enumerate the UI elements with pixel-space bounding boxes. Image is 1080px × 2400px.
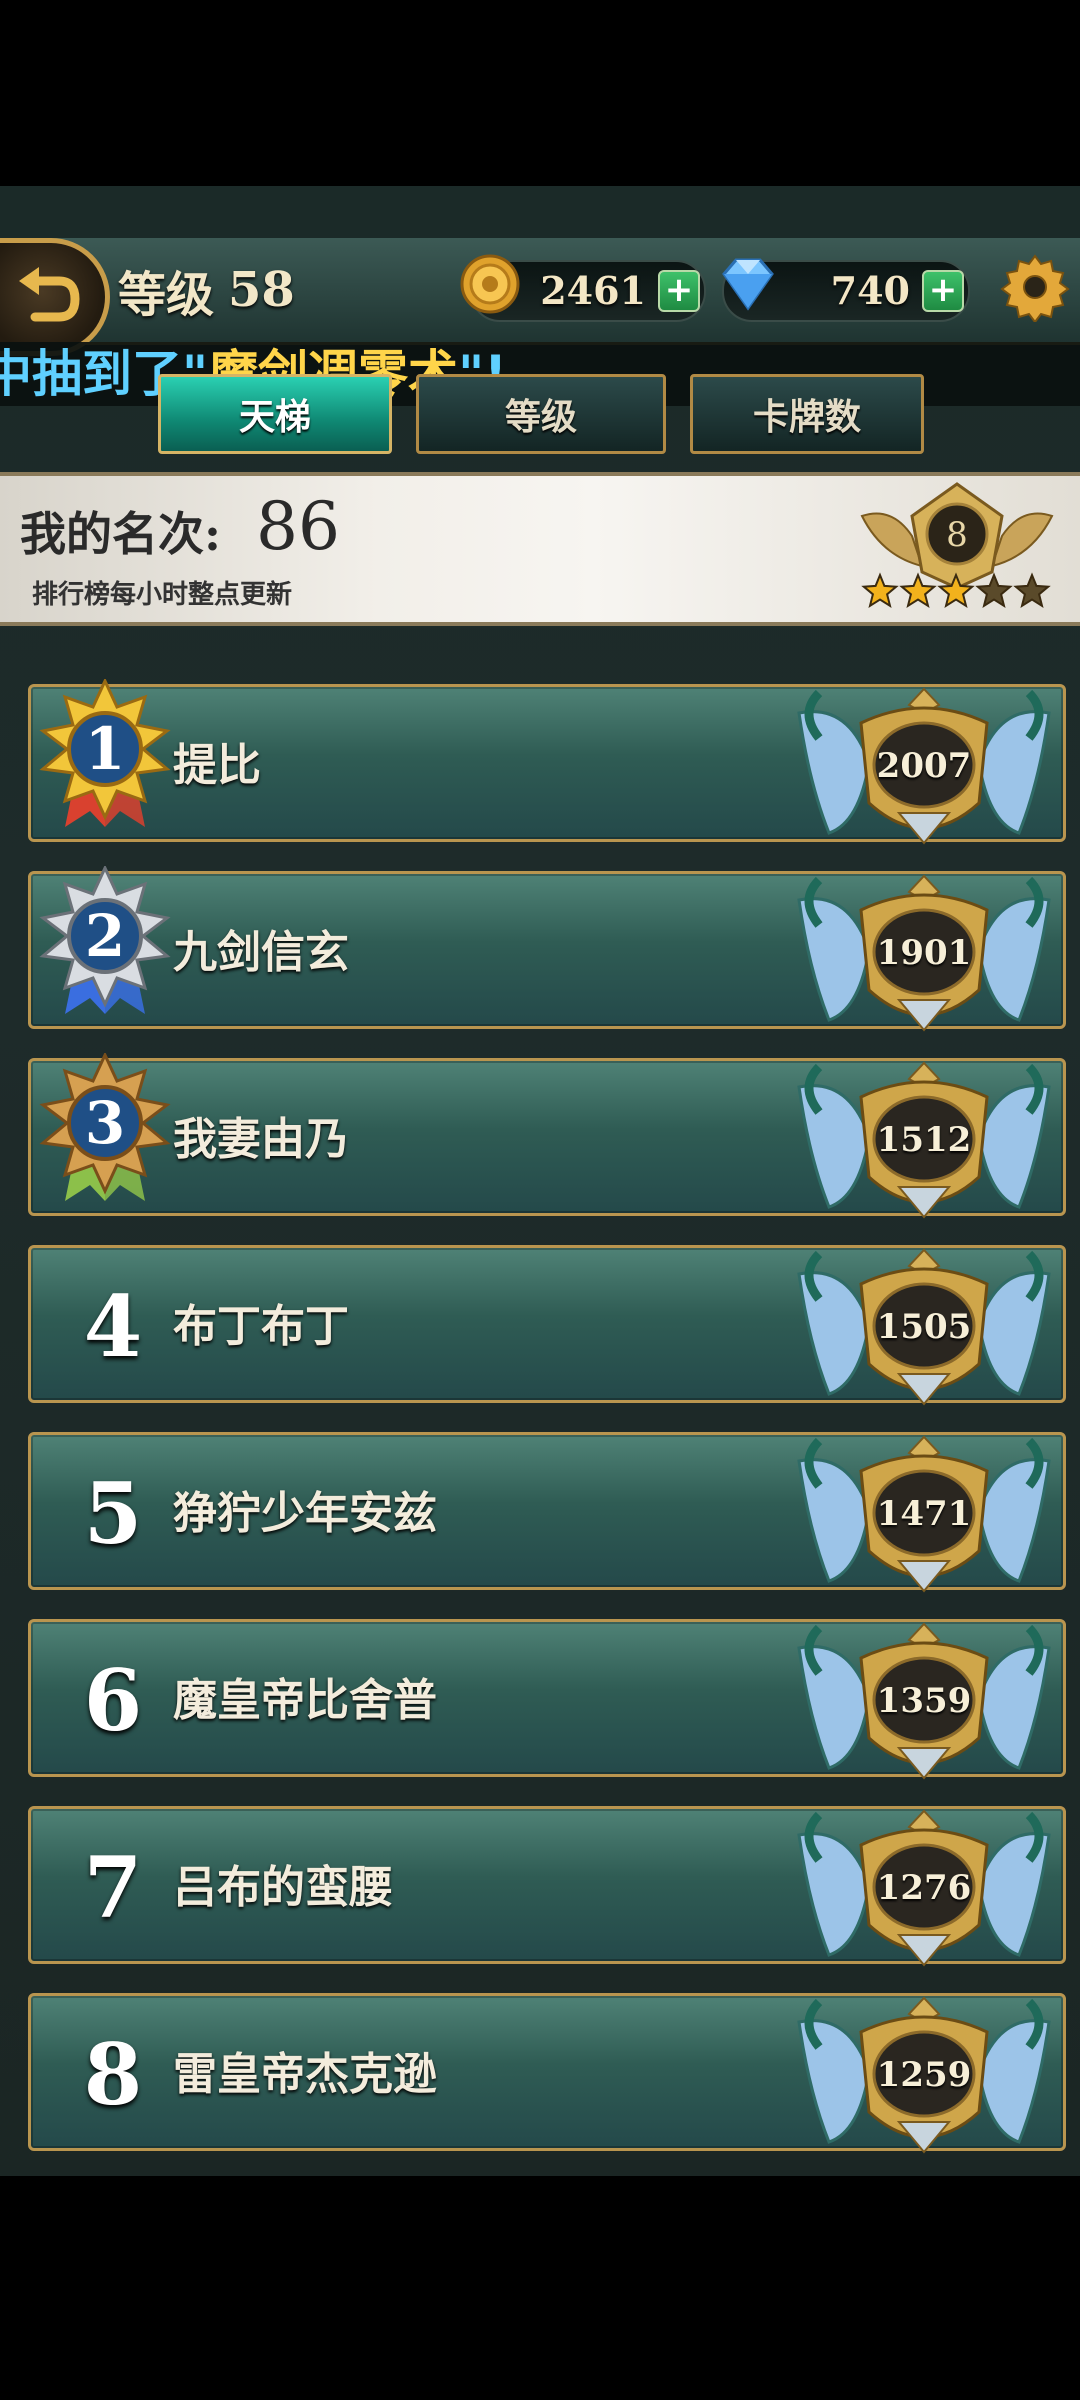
my-rank-banner: 我的名次: 86 排行榜每小时整点更新 8 <box>0 472 1080 626</box>
rank-number: 2 <box>85 902 125 970</box>
player-name: 提比 <box>173 740 261 791</box>
leaderboard-row[interactable]: 1 提比 2007 <box>28 679 1066 845</box>
player-level: 等级 58 <box>118 252 295 328</box>
gear-icon[interactable] <box>1000 252 1070 322</box>
star-empty-icon <box>975 572 1013 608</box>
player-name: 魔皇帝比舍普 <box>173 1675 437 1726</box>
leaderboard-row[interactable]: 6 魔皇帝比舍普 1359 <box>28 1619 1066 1780</box>
rank-number: 6 <box>83 1651 143 1750</box>
tab-ladder[interactable]: 天梯 <box>158 374 392 454</box>
player-name: 布丁布丁 <box>173 1301 349 1352</box>
tab-card-count[interactable]: 卡牌数 <box>690 374 924 454</box>
leaderboard-row[interactable]: 4 布丁布丁 1505 <box>28 1245 1066 1406</box>
rank-number: 7 <box>83 1838 143 1937</box>
ladder-score: 1512 <box>876 1120 972 1160</box>
update-note: 排行榜每小时整点更新 <box>32 580 293 610</box>
gem-value: 740 <box>830 268 910 313</box>
leaderboard-row[interactable]: 2 九剑信玄 1901 <box>28 866 1066 1032</box>
star-filled-icon <box>899 572 937 608</box>
rank-number: 5 <box>83 1464 143 1563</box>
leaderboard-row[interactable]: 5 狰狞少年安兹 1471 <box>28 1432 1066 1593</box>
gold-value: 2461 <box>540 268 646 313</box>
rank-number: 1 <box>85 715 125 783</box>
ladder-score: 1505 <box>876 1307 972 1347</box>
emblem-level: 8 <box>946 515 968 555</box>
ladder-score: 1359 <box>876 1681 972 1721</box>
leaderboard-row[interactable]: 8 雷皇帝杰克逊 1259 <box>28 1993 1066 2154</box>
rank-number: 4 <box>83 1277 143 1376</box>
rank-emblem-icon: 8 <box>860 482 1054 608</box>
player-name: 雷皇帝杰克逊 <box>173 2049 437 2100</box>
player-name: 九剑信玄 <box>173 927 349 978</box>
player-name: 我妻由乃 <box>173 1114 349 1165</box>
rank-medal-icon: 3 <box>39 1053 171 1201</box>
diamond-icon <box>722 258 774 311</box>
player-name: 吕布的蛮腰 <box>173 1862 393 1913</box>
gold-coin-icon <box>460 254 520 314</box>
rank-number: 8 <box>83 2025 143 2124</box>
my-rank-label: 我的名次: <box>20 507 221 561</box>
gold-counter: 2461 + <box>460 254 706 322</box>
level-value: 58 <box>228 262 295 318</box>
rank-medal-icon: 2 <box>39 866 171 1014</box>
star-rating <box>861 572 1051 608</box>
player-name: 狰狞少年安兹 <box>173 1488 437 1539</box>
gem-counter: 740 + <box>722 258 970 322</box>
leaderboard-row[interactable]: 3 我妻由乃 1512 <box>28 1053 1066 1219</box>
ladder-score: 1259 <box>876 2055 972 2095</box>
level-label: 等级 <box>118 267 215 323</box>
add-gold-button[interactable]: + <box>658 270 700 312</box>
back-arrow-icon <box>19 267 80 322</box>
tab-bar: 天梯 等级 卡牌数 <box>0 374 1080 454</box>
ladder-score: 1901 <box>876 933 972 973</box>
ladder-score: 2007 <box>876 746 972 786</box>
ladder-score: 1276 <box>876 1868 972 1908</box>
star-empty-icon <box>1013 572 1051 608</box>
star-filled-icon <box>861 572 899 608</box>
tab-level[interactable]: 等级 <box>416 374 666 454</box>
rank-number: 3 <box>85 1089 125 1157</box>
leaderboard-screen: 等级 58 2461 + 740 + 中抽到了"魔剑凋零术"! 天梯 <box>0 186 1080 2176</box>
my-rank-value: 86 <box>256 488 340 565</box>
rank-medal-icon: 1 <box>39 679 171 827</box>
leaderboard-row[interactable]: 7 吕布的蛮腰 1276 <box>28 1806 1066 1967</box>
ladder-score: 1471 <box>876 1494 972 1534</box>
add-gem-button[interactable]: + <box>922 270 964 312</box>
